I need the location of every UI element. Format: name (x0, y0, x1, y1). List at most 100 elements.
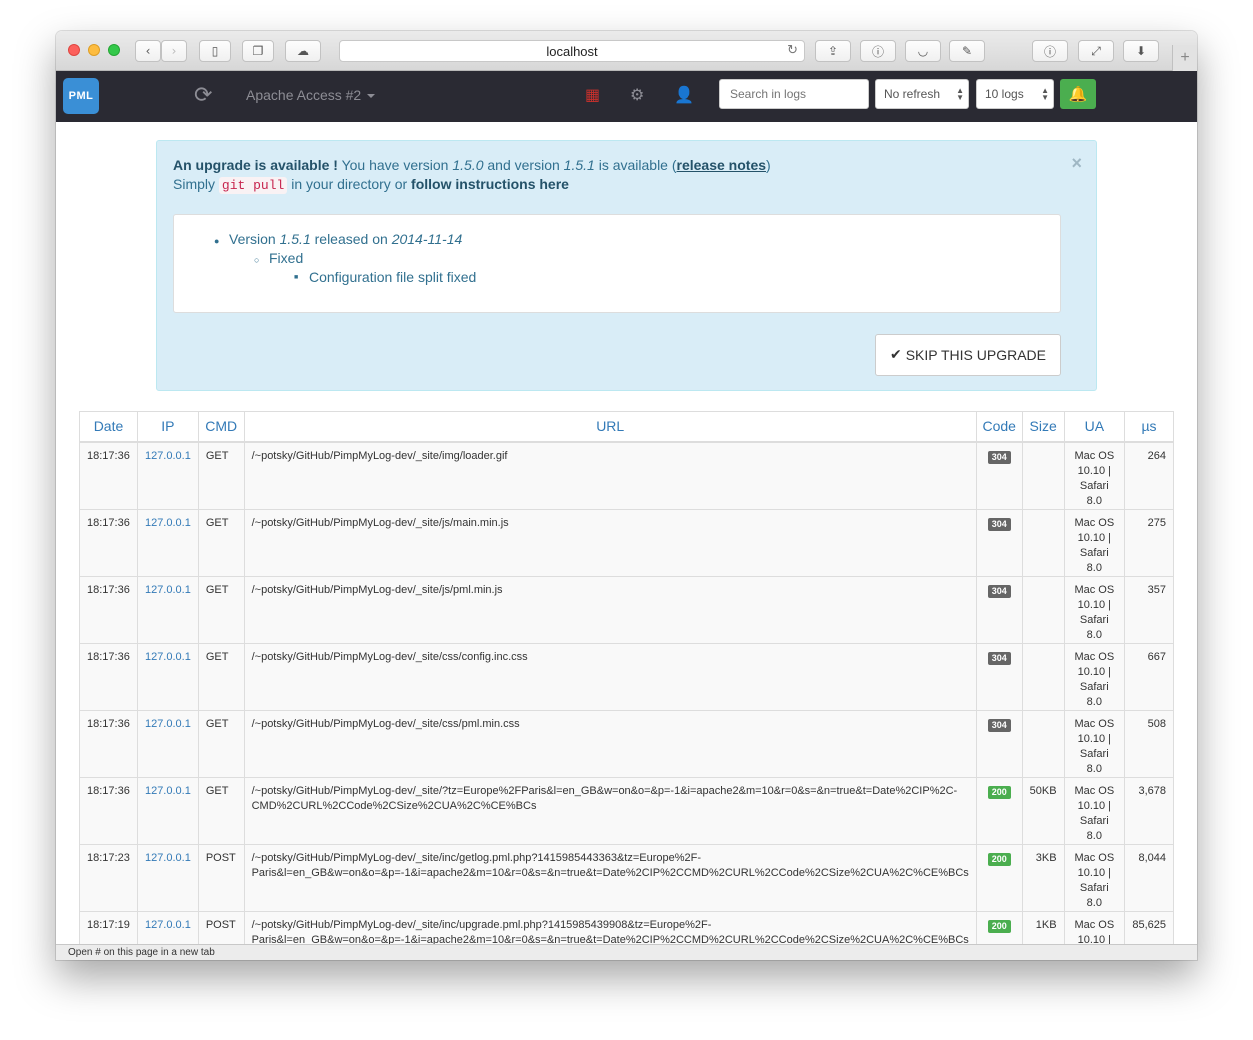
tabs-overview-button[interactable]: ❐ (242, 40, 274, 62)
select-arrows-icon: ▲ ▼ (956, 86, 964, 102)
cell-ip[interactable]: 127.0.0.1 (136, 709, 199, 778)
share-button[interactable]: ⇪ (815, 40, 851, 62)
cell-code: 304 (975, 508, 1023, 577)
header-code[interactable]: Code (975, 411, 1023, 443)
forward-button[interactable]: › (161, 40, 187, 62)
zoom-window-button[interactable] (108, 44, 120, 56)
info-button[interactable]: ⓘ (1032, 40, 1068, 62)
release-fixed-line: Fixed (269, 250, 304, 266)
cell-us: 3,678 (1124, 776, 1174, 845)
download-icon: ⬇ (1135, 44, 1147, 58)
grid-icon[interactable]: ▦ (585, 85, 600, 104)
close-window-button[interactable] (68, 44, 80, 56)
table-row: 18:17:36 127.0.0.1 GET/~potsky/GitHub/Pimp… (79, 508, 1174, 577)
cell-cmd: POST (197, 910, 245, 944)
cell-ip[interactable]: 127.0.0.1 (136, 843, 199, 912)
reload-icon[interactable]: ↻ (787, 43, 798, 58)
current-version: 1.5.0 (452, 157, 484, 173)
chevron-left-icon: ‹ (145, 44, 151, 58)
new-version: 1.5.1 (563, 157, 595, 173)
release-notes-link[interactable]: release notes (677, 157, 767, 173)
downloads-button[interactable]: ⬇ (1123, 40, 1159, 62)
header-ua[interactable]: UA (1063, 411, 1126, 443)
pocket-button[interactable]: ◡ (905, 40, 941, 62)
upgrade-alert: An upgrade is available ! You have versi… (156, 140, 1097, 391)
cell-ip[interactable]: 127.0.0.1 (136, 508, 199, 577)
bullet-icon: ● (214, 236, 220, 246)
log-selector[interactable]: Apache Access #2 (246, 87, 376, 103)
table-row: 18:17:36 127.0.0.1 GET/~potsky/GitHub/Pimp… (79, 709, 1174, 778)
expand-icon: ⤢ (1091, 43, 1101, 58)
skip-upgrade-button[interactable]: ✔ SKIP THIS UPGRADE (875, 334, 1061, 376)
header-us[interactable]: µs (1124, 411, 1174, 443)
cell-ip[interactable]: 127.0.0.1 (136, 575, 199, 644)
status-code-badge: 200 (987, 919, 1011, 933)
tabs-icon: ❐ (252, 44, 264, 58)
select-arrows-icon: ▲ ▼ (1041, 86, 1049, 102)
minimize-window-button[interactable] (88, 44, 100, 56)
release-item-line: Configuration file split fixed (309, 269, 477, 285)
upgrade-instructions: Simply git pull in your directory or fol… (173, 176, 569, 194)
table-header-row: Date IP CMD URL Code Size UA µs (79, 411, 1174, 443)
user-icon[interactable]: 👤 (674, 85, 694, 104)
browser-window: ‹ › ▯ ❐ ☁ localhost ↻ ⇪ ⓘ ◡ ✎ ⓘ ⤢ ⬇ + PM… (56, 31, 1197, 960)
header-date[interactable]: Date (79, 411, 138, 443)
app-navbar: PML ⟳ Apache Access #2 ▦ ⚙ 👤 No refresh … (56, 71, 1197, 122)
cell-ip[interactable]: 127.0.0.1 (136, 776, 199, 845)
table-row: 18:17:36 127.0.0.1 GET/~potsky/GitHub/Pimp… (79, 441, 1174, 510)
cell-us: 508 (1124, 709, 1174, 778)
search-input[interactable] (719, 79, 869, 109)
header-size[interactable]: Size (1021, 411, 1065, 443)
cell-ua: Mac OS 10.10 | Safari 8.0 (1063, 776, 1126, 845)
status-code-badge: 304 (987, 718, 1011, 732)
status-code-badge: 304 (987, 517, 1011, 531)
table-row: 18:17:36 127.0.0.1 GET/~potsky/GitHub/Pimp… (79, 776, 1174, 845)
log-title: Apache Access #2 (246, 87, 362, 103)
cell-ua: Mac OS 10.10 | Safari 8.0 (1063, 508, 1126, 577)
header-cmd[interactable]: CMD (197, 411, 245, 443)
new-tab-button[interactable]: + (1172, 45, 1197, 71)
cell-url: /~potsky/GitHub/PimpMyLog-dev/_site/inc/… (243, 910, 977, 944)
cell-ua: Mac OS 10.10 | Safari 8.0 (1063, 575, 1126, 644)
table-row: 18:17:36 127.0.0.1 GET/~potsky/GitHub/Pimp… (79, 642, 1174, 711)
cell-date: 18:17:36 (79, 776, 138, 845)
status-code-badge: 200 (987, 852, 1011, 866)
pocket-icon: ◡ (917, 44, 929, 58)
cell-date: 18:17:23 (79, 843, 138, 912)
1password-icon: ⓘ (871, 44, 884, 59)
header-url[interactable]: URL (243, 411, 977, 443)
log-table: Date IP CMD URL Code Size UA µs 18:17:36… (79, 411, 1174, 944)
cell-ip[interactable]: 127.0.0.1 (136, 910, 199, 944)
status-code-badge: 200 (987, 785, 1011, 799)
cell-url: /~potsky/GitHub/PimpMyLog-dev/_site/js/p… (243, 575, 977, 644)
cell-cmd: GET (197, 709, 245, 778)
notification-button[interactable]: 🔔 (1060, 79, 1096, 109)
icloud-tabs-button[interactable]: ☁ (285, 40, 321, 62)
cell-ua: Mac OS 10.10 | Safari 8.0 (1063, 441, 1126, 510)
fullscreen-button[interactable]: ⤢ (1078, 40, 1114, 62)
follow-instructions-link[interactable]: follow instructions here (411, 176, 569, 192)
cell-ip[interactable]: 127.0.0.1 (136, 642, 199, 711)
pml-logo[interactable]: PML (63, 78, 99, 114)
cloud-icon: ☁ (297, 44, 309, 58)
gear-icon[interactable]: ⚙ (630, 85, 644, 104)
status-bar: Open # on this page in a new tab (56, 944, 1197, 960)
refresh-icon[interactable]: ⟳ (194, 83, 212, 108)
cell-cmd: GET (197, 441, 245, 510)
close-alert-button[interactable]: × (1071, 153, 1082, 174)
sidebar-button[interactable]: ▯ (199, 40, 231, 62)
chevron-right-icon: › (171, 44, 177, 58)
1password-button[interactable]: ⓘ (860, 40, 896, 62)
header-ip[interactable]: IP (136, 411, 199, 443)
cell-size: 3KB (1021, 843, 1065, 912)
count-select[interactable]: 10 logs ▲ ▼ (976, 79, 1054, 109)
log-rows: 18:17:36 127.0.0.1 GET/~potsky/GitHub/Pimp… (79, 441, 1174, 944)
back-button[interactable]: ‹ (135, 40, 161, 62)
git-pull-command: git pull (218, 177, 288, 194)
share-icon: ⇪ (827, 44, 839, 58)
refresh-select[interactable]: No refresh ▲ ▼ (875, 79, 969, 109)
cell-ip[interactable]: 127.0.0.1 (136, 441, 199, 510)
evernote-button[interactable]: ✎ (949, 40, 985, 62)
address-bar[interactable]: localhost ↻ (339, 40, 805, 62)
cell-code: 304 (975, 575, 1023, 644)
